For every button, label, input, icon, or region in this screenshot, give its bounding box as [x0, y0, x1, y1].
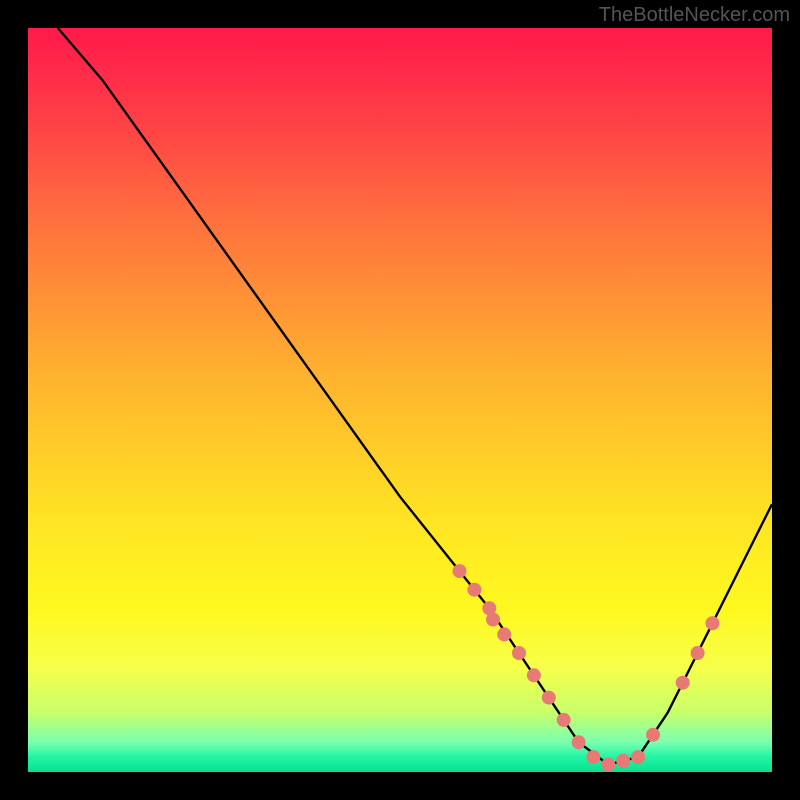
data-dot: [557, 713, 571, 727]
data-dot: [486, 613, 500, 627]
data-dot: [453, 564, 467, 578]
data-dot: [527, 668, 541, 682]
data-dot: [706, 616, 720, 630]
data-dot: [646, 728, 660, 742]
data-dot: [676, 676, 690, 690]
chart-svg: [28, 28, 772, 772]
curve-dots: [453, 564, 720, 772]
watermark-text: TheBottleNecker.com: [599, 4, 790, 27]
data-dot: [601, 758, 615, 772]
data-dot: [497, 627, 511, 641]
data-dot: [572, 735, 586, 749]
data-dot: [467, 583, 481, 597]
data-dot: [586, 750, 600, 764]
data-dot: [542, 691, 556, 705]
data-dot: [512, 646, 526, 660]
curve-line: [58, 28, 772, 765]
chart-area: [28, 28, 772, 772]
data-dot: [691, 646, 705, 660]
data-dot: [631, 750, 645, 764]
data-dot: [616, 754, 630, 768]
